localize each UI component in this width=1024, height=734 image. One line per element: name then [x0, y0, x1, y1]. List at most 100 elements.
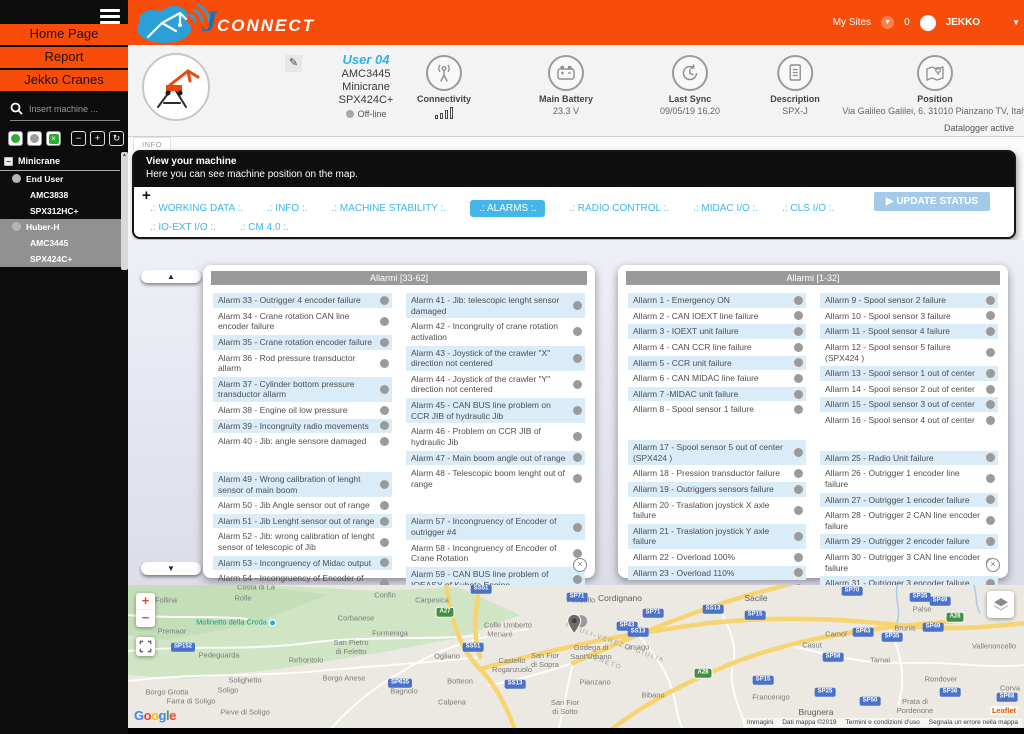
alarm-filter-button[interactable]: ×	[46, 131, 61, 146]
sidebar-item-report[interactable]: Report	[0, 47, 128, 70]
alarm-row: Alarm 46 - Problem on CCR JIB of hydraul…	[406, 424, 585, 449]
alarm-label: Allarm 25 - Radio Unit failure	[825, 452, 934, 463]
alarm-panel-title: Allarmi [33-62]	[211, 271, 587, 285]
tab-cls-i-o[interactable]: .: CLS I/O :.	[782, 203, 834, 214]
road-badge: SP70	[841, 586, 863, 596]
sidebar-item-home-page[interactable]: Home Page	[0, 24, 128, 47]
info-section-tab[interactable]: INFO	[133, 137, 171, 151]
tree-item-spx312hcplus[interactable]: SPX312HC+	[0, 203, 128, 219]
expand-icon[interactable]: +	[142, 187, 151, 204]
last-sync-value: 09/05/19 16.20	[659, 106, 721, 116]
alarm-status-dot	[794, 531, 803, 541]
my-sites-chevron-icon[interactable]: ▼	[881, 16, 895, 29]
map-attribution: Immagini Dati mappa ©2019 Termini e condiz…	[742, 718, 1022, 727]
road-badge: SS51	[462, 642, 484, 652]
notification-count[interactable]: 0	[904, 17, 910, 28]
alarm-status-dot	[986, 368, 995, 378]
alarm-row: Alarm 53 - Incongruency of Midac output	[213, 555, 392, 571]
tab-alarms[interactable]: .: ALARMS :.	[470, 200, 546, 217]
tree-item-end user[interactable]: End User	[0, 171, 128, 187]
map-town-label: Tamai	[869, 655, 891, 665]
tree-item-amc3838[interactable]: AMC3838	[0, 187, 128, 203]
alarm-label: Alarm 45 - CAN BUS line problem on CCR J…	[411, 400, 551, 421]
refresh-tree-button[interactable]: ↻	[109, 131, 124, 146]
alarm-status-dot	[573, 406, 582, 416]
alarm-row: Alarm 43 - Joystick of the crawler "X" d…	[406, 345, 585, 371]
road-badge: SP68	[996, 692, 1018, 702]
alarm-row: Allarm 9 - Spool sensor 2 failure	[820, 293, 998, 308]
close-panel-button[interactable]: ×	[573, 558, 587, 572]
alarm-status-dot	[986, 311, 995, 321]
tab-info[interactable]: .: INFO :.	[267, 203, 308, 214]
zoom-in-button[interactable]: +	[136, 593, 155, 610]
close-panel-button[interactable]: ×	[986, 558, 1000, 572]
map-town-label: Brugnera	[798, 706, 834, 717]
alarm-label: Alarm 48 - Telescopic boom lenght out of…	[411, 468, 565, 489]
attribution-link[interactable]: Termini e condizioni d'uso	[846, 719, 920, 726]
tab-radio-control[interactable]: .: RADIO CONTROL :.	[569, 203, 669, 214]
alarm-status-dot	[986, 384, 995, 394]
tab-cm-4-0[interactable]: .: CM 4.0 :.	[240, 222, 289, 233]
user-name[interactable]: JEKKO	[946, 17, 980, 28]
alarm-label: Allarm 21 - Traslation joystick Y axle f…	[633, 525, 770, 547]
tree-item-amc3445[interactable]: AMC3445	[0, 235, 128, 251]
alarm-status-dot	[986, 295, 995, 305]
alarm-row: Alarm 35 - Crane rotation encoder failur…	[213, 334, 392, 350]
machine-position-marker[interactable]	[566, 612, 588, 643]
alarm-row: Alarm 37 - Cylinder bottom pressure tran…	[213, 376, 392, 402]
map-town-label: Sacile	[744, 592, 768, 603]
scroll-up-button[interactable]: ▲	[141, 270, 201, 283]
leaflet-link[interactable]: Leaflet	[989, 706, 1018, 715]
my-sites-label[interactable]: My Sites	[833, 17, 871, 28]
alarm-label: Alarm 37 - Cylinder bottom pressure tran…	[218, 378, 355, 400]
map-town-label: Prata di Pordenone	[896, 697, 934, 715]
alarm-row: Alarm 57 - Incongruency of Encoder of ou…	[406, 514, 585, 540]
tab-io-ext-i-o[interactable]: .: IO-EXT I/O :.	[150, 222, 216, 233]
map[interactable]: Costa di La Follina Rolle Premaor Pedeguarda…	[128, 585, 1024, 728]
tree-root-minicrane[interactable]: − Minicrane	[0, 154, 120, 171]
user-menu-chevron-icon[interactable]: ▼	[1012, 18, 1020, 27]
road-badge: A27	[435, 606, 455, 618]
alarm-status-dot	[986, 537, 995, 547]
user-avatar[interactable]	[919, 14, 936, 31]
map-town-label: Solighetto	[228, 675, 262, 685]
update-status-button[interactable]: ▶ UPDATE STATUS	[873, 192, 990, 211]
alarm-row: Allarm 28 - Outrigger 2 CAN line encoder…	[820, 508, 998, 533]
tree-item-spx424cplus[interactable]: SPX424C+	[0, 251, 128, 267]
google-logo[interactable]: Google	[134, 708, 176, 723]
alarm-status-dot	[380, 316, 389, 326]
attribution-link[interactable]: Segnala un errore nella mappa	[929, 719, 1018, 726]
tab-midac-i-o[interactable]: .: MIDAC I/O :.	[693, 203, 758, 214]
brand-text: JCONNECT	[202, 5, 316, 38]
alarm-row: Allarm 29 - Outrigger 2 encoder failure	[820, 534, 998, 549]
attribution-text: Dati mappa ©2019	[782, 719, 837, 726]
fullscreen-button[interactable]	[136, 637, 155, 656]
road-badge: SP36	[939, 687, 961, 697]
tab-machine-stability[interactable]: .: MACHINE STABILITY :.	[332, 203, 447, 214]
alarm-status-dot	[573, 353, 582, 363]
hamburger-menu-icon[interactable]	[100, 6, 120, 27]
map-town-label: Corbanese	[337, 613, 375, 623]
scroll-down-button[interactable]: ▼	[141, 562, 201, 575]
battery-value: 23.3 V	[552, 106, 580, 116]
group-gap	[406, 492, 585, 514]
layers-control-button[interactable]	[987, 591, 1014, 618]
tab-working-data[interactable]: .: WORKING DATA :.	[150, 203, 243, 214]
tree-scrollbar[interactable]: ▲	[121, 152, 128, 270]
sidebar-menu: Home Page Report Jekko Cranes	[0, 24, 128, 93]
search-icon	[10, 102, 23, 115]
alarm-row: Alarm 40 - Jib: angle sensore damaged	[213, 434, 392, 449]
alarm-status-dot	[986, 453, 995, 463]
expand-all-button[interactable]: +	[90, 131, 105, 146]
offline-filter-button[interactable]	[27, 131, 42, 146]
tree-root-label: Minicrane	[18, 156, 61, 166]
zoom-out-button[interactable]: −	[136, 610, 155, 627]
search-input[interactable]	[29, 103, 115, 114]
collapse-all-button[interactable]: −	[71, 131, 86, 146]
edit-machine-button[interactable]: ✎	[285, 55, 302, 72]
online-filter-button[interactable]	[8, 131, 23, 146]
alarm-label: Allarm 26 - Outrigger 1 encoder line fai…	[825, 468, 960, 489]
alarm-status-dot	[794, 552, 803, 562]
tree-item-huber-h[interactable]: Huber-H	[0, 219, 128, 235]
sidebar-item-jekko-cranes[interactable]: Jekko Cranes	[0, 70, 128, 93]
